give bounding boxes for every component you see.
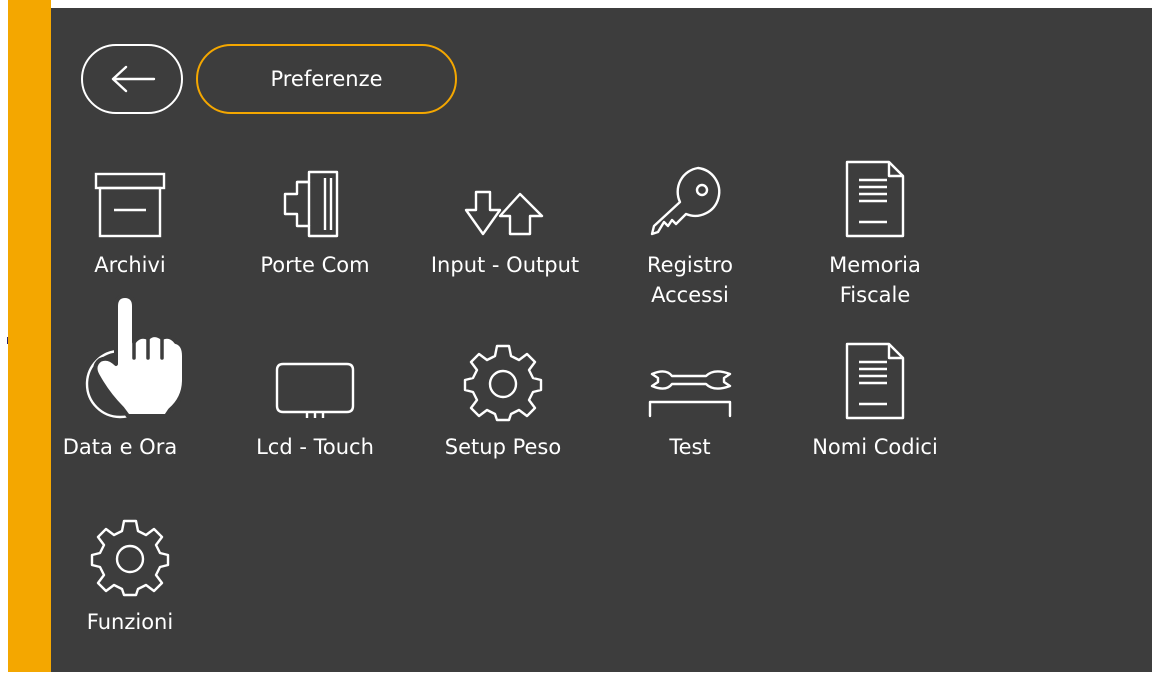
top-margin xyxy=(51,0,1152,8)
menu-item-registro-accessi[interactable]: Registro Accessi xyxy=(595,166,785,318)
menu-item-test[interactable]: Test xyxy=(595,350,785,500)
gear-icon xyxy=(463,344,543,422)
menu-item-memoria-fiscale[interactable]: Memoria Fiscale xyxy=(780,160,970,318)
menu-item-label: Lcd - Touch xyxy=(256,435,374,459)
app-window: Preferenze Archivi Porte Com Input - Out… xyxy=(0,0,1152,672)
serial-port-icon xyxy=(283,170,339,238)
page-title-text: Preferenze xyxy=(270,67,383,91)
document-icon xyxy=(845,342,905,420)
archive-box-icon xyxy=(94,172,166,238)
menu-item-lcd-touch[interactable]: Lcd - Touch xyxy=(220,350,410,500)
menu-item-label: Registro Accessi xyxy=(647,253,733,307)
gear-icon xyxy=(90,519,170,597)
key-icon xyxy=(650,166,721,236)
transfer-arrows-icon xyxy=(464,190,544,236)
back-button[interactable] xyxy=(81,44,183,114)
wrench-icon xyxy=(648,370,732,418)
lcd-display-icon xyxy=(275,362,355,418)
document-icon xyxy=(845,160,905,238)
menu-item-nomi-codici[interactable]: Nomi Codici xyxy=(780,342,970,500)
menu-item-label: Test xyxy=(669,435,711,459)
menu-item-label: Funzioni xyxy=(86,610,174,634)
left-margin xyxy=(0,0,8,672)
menu-item-input-output[interactable]: Input - Output xyxy=(410,168,600,318)
menu-item-label: Input - Output xyxy=(430,253,580,277)
hand-pointer-icon xyxy=(93,294,186,418)
page-title: Preferenze xyxy=(196,44,457,114)
menu-item-funzioni[interactable]: Funzioni xyxy=(35,519,225,675)
menu-item-label: Nomi Codici xyxy=(812,435,938,459)
menu-item-setup-peso[interactable]: Setup Peso xyxy=(408,344,598,500)
menu-item-label: Data e Ora xyxy=(62,435,178,459)
menu-item-label: Memoria Fiscale xyxy=(829,253,921,307)
arrow-left-icon xyxy=(111,65,156,93)
menu-item-label: Setup Peso xyxy=(444,435,562,459)
menu-item-label: Porte Com xyxy=(260,253,370,277)
menu-item-porte-com[interactable]: Porte Com xyxy=(220,168,410,318)
menu-item-label: Archivi xyxy=(94,253,166,277)
